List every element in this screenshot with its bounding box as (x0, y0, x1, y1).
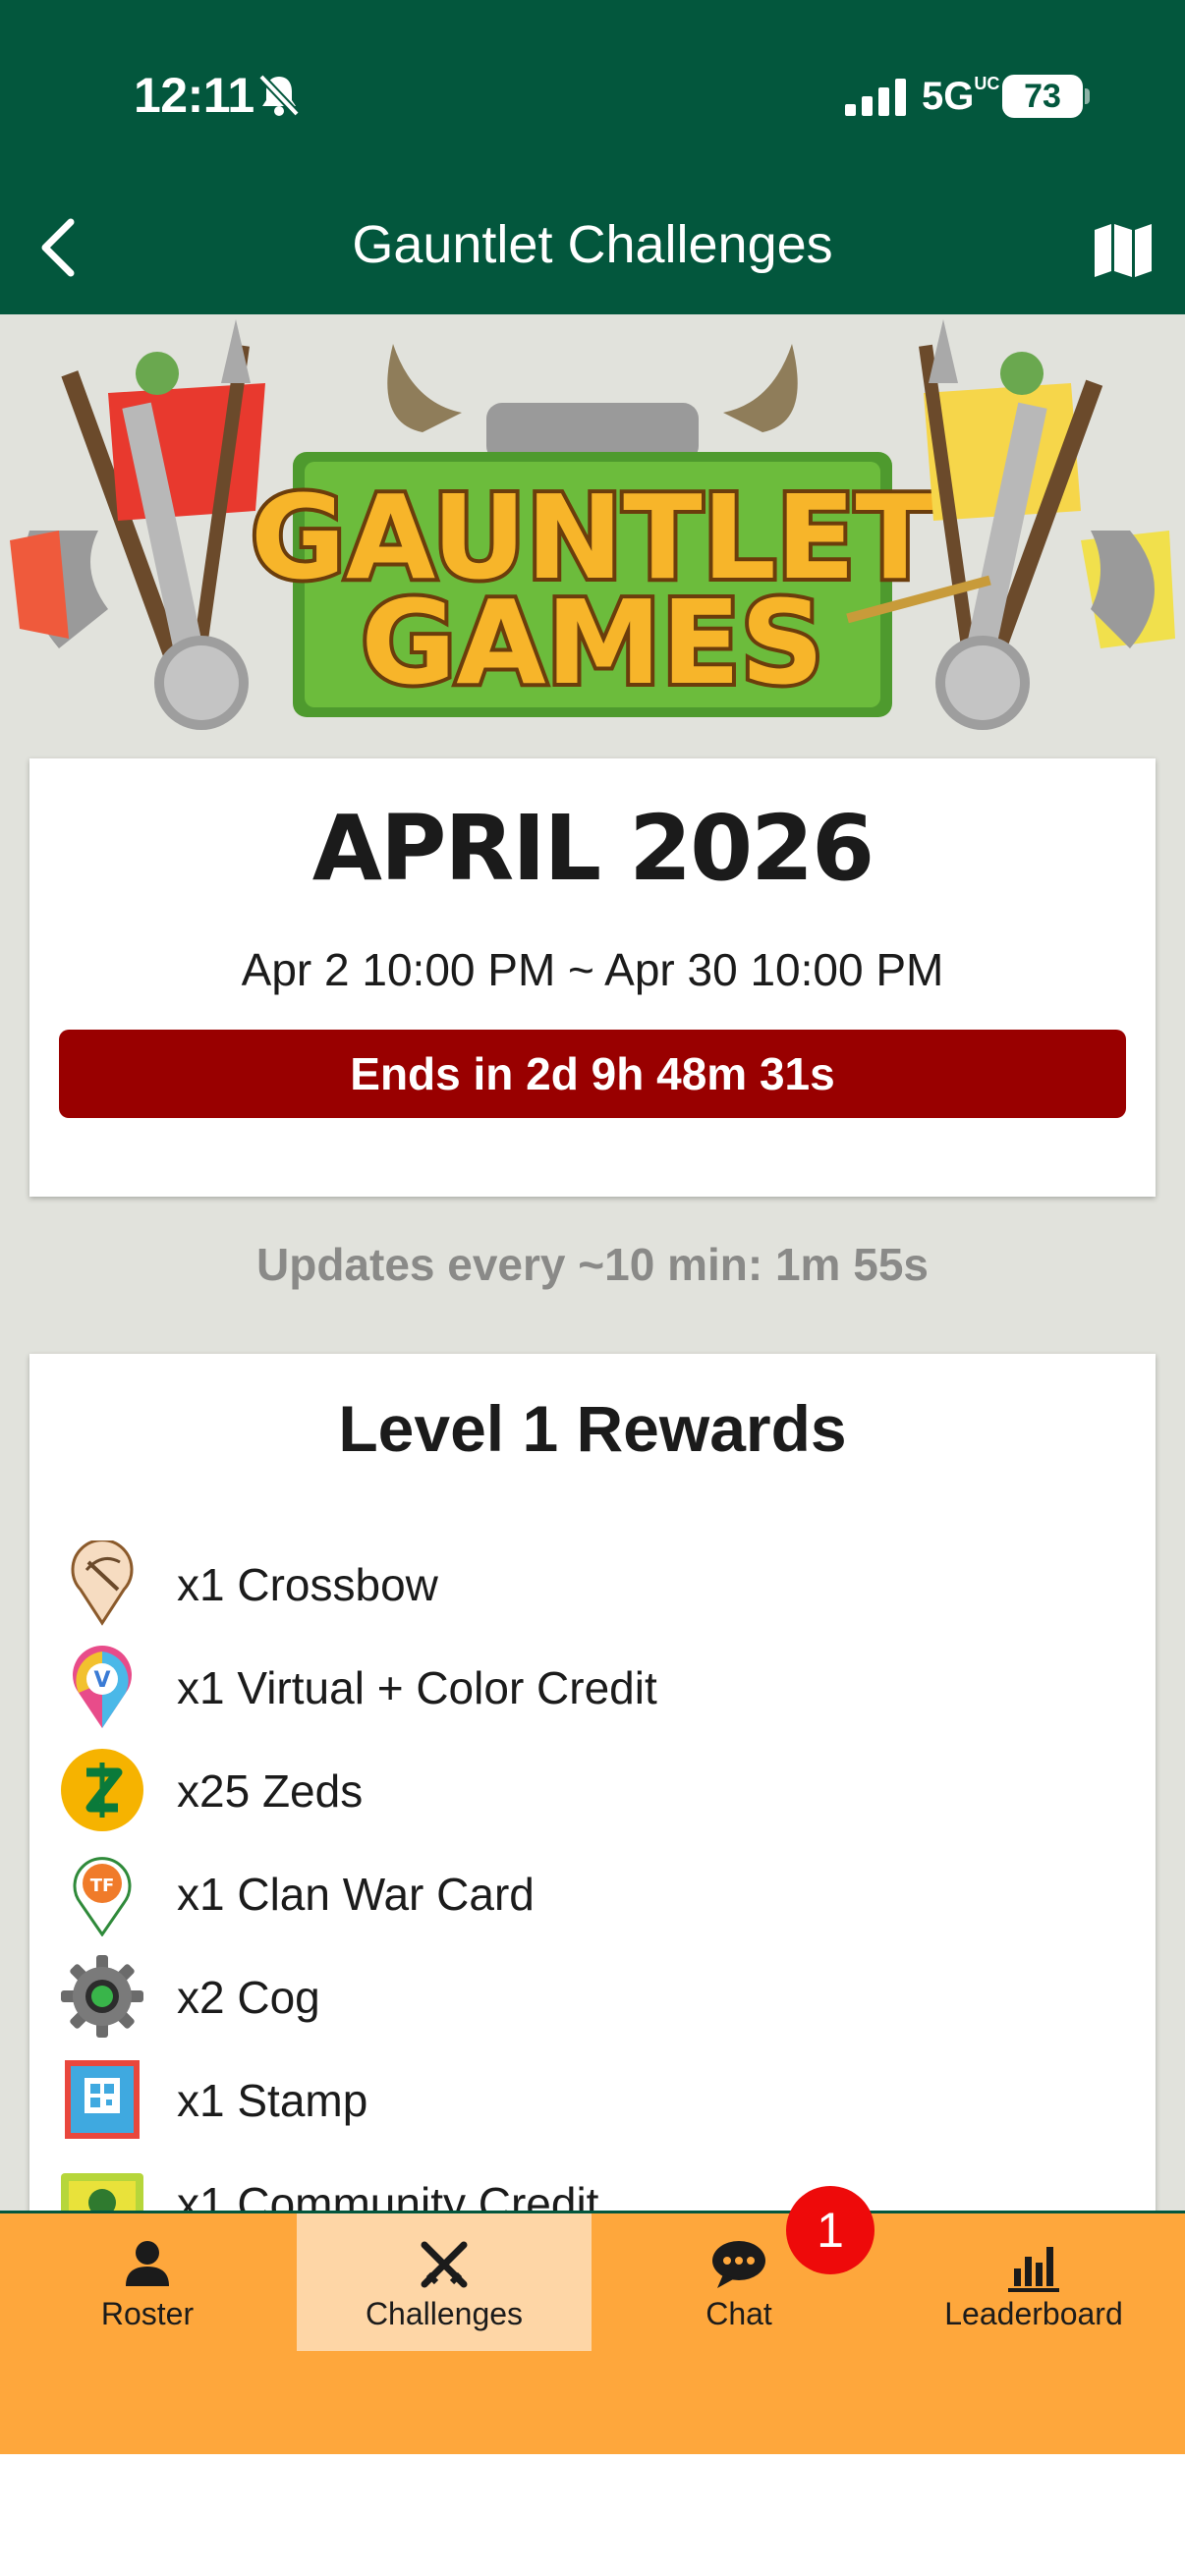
virtual-color-credit-icon: V (73, 1646, 132, 1728)
cog-icon (61, 1955, 143, 2038)
bar-chart-icon (1008, 2247, 1059, 2292)
tab-label: Chat (705, 2296, 772, 2331)
reward-item: x2 Cog (59, 1945, 1120, 2047)
status-time: 12:11 (134, 68, 254, 123)
reward-item: x1 Stamp (59, 2048, 1120, 2151)
reward-label: x1 Crossbow (177, 1559, 438, 1610)
zeds-icon (61, 1749, 143, 1831)
reward-item: TF x1 Clan War Card (59, 1842, 1120, 1944)
left-weapons-illustration (10, 319, 265, 730)
clan-war-card-icon: TF (73, 1857, 132, 1936)
chat-notification-badge: 1 (786, 2186, 875, 2274)
reward-label: x1 Community Credit (177, 2178, 599, 2211)
network-indicator: 5GUC (922, 74, 1000, 118)
gauntlet-games-banner: GAUNTLET GAMES (10, 319, 1175, 730)
battery-tip (1085, 88, 1090, 104)
tab-leaderboard[interactable]: Leaderboard (886, 2213, 1181, 2351)
bottom-tab-bar: Roster Challenges Chat Leaderboard 1 (0, 2186, 1185, 2454)
banner-title-line2: GAMES (361, 575, 823, 710)
battery-level: 73 (1024, 78, 1061, 115)
person-icon (126, 2241, 169, 2286)
map-icon[interactable] (1093, 222, 1154, 277)
reward-item: V x1 Virtual + Color Credit (59, 1636, 1120, 1738)
reward-item: x25 Zeds (59, 1739, 1120, 1841)
rewards-card: Level 1 Rewards x1 Crossbow V x1 Virtual… (29, 1354, 1156, 2211)
signal-icon (845, 79, 906, 116)
main-content[interactable]: GAUNTLET GAMES APRIL 2026 Apr 2 10:00 PM… (0, 314, 1185, 2211)
reward-item: x1 Crossbow (59, 1533, 1120, 1635)
bell-slash-icon (258, 74, 300, 117)
tab-roster[interactable]: Roster (0, 2213, 295, 2351)
event-card: APRIL 2026 Apr 2 10:00 PM ~ Apr 30 10:00… (29, 758, 1156, 1197)
countdown-banner: Ends in 2d 9h 48m 31s (59, 1030, 1126, 1118)
reward-label: x2 Cog (177, 1972, 320, 2023)
stamp-icon (65, 2060, 140, 2139)
reward-label: x1 Clan War Card (177, 1869, 535, 1920)
crossbow-icon (71, 1540, 134, 1626)
event-month: APRIL 2026 (311, 796, 875, 901)
rewards-title: Level 1 Rewards (338, 1392, 847, 1465)
tab-challenges[interactable]: Challenges (297, 2213, 592, 2351)
tab-label: Roster (100, 2296, 195, 2331)
page-title: Gauntlet Challenges (352, 215, 833, 274)
chat-bubble-icon (712, 2241, 765, 2288)
battery-icon: 73 (1002, 75, 1083, 118)
tab-label: Leaderboard (944, 2296, 1123, 2331)
reward-label: x1 Stamp (177, 2075, 368, 2126)
app-header: 12:11 5GUC 73 Gauntlet Challenges (0, 0, 1185, 314)
update-timer: Updates every ~10 min: 1m 55s (256, 1239, 929, 1290)
svg-text:V: V (93, 1668, 110, 1693)
community-credit-icon (61, 2173, 143, 2211)
svg-text:TF: TF (90, 1876, 115, 1896)
reward-item: x1 Community Credit (59, 2152, 1120, 2211)
reward-label: x1 Virtual + Color Credit (177, 1662, 657, 1713)
reward-label: x25 Zeds (177, 1765, 364, 1817)
tab-label: Challenges (365, 2296, 524, 2331)
crossed-swords-icon (421, 2241, 468, 2288)
event-date-range: Apr 2 10:00 PM ~ Apr 30 10:00 PM (241, 944, 944, 995)
